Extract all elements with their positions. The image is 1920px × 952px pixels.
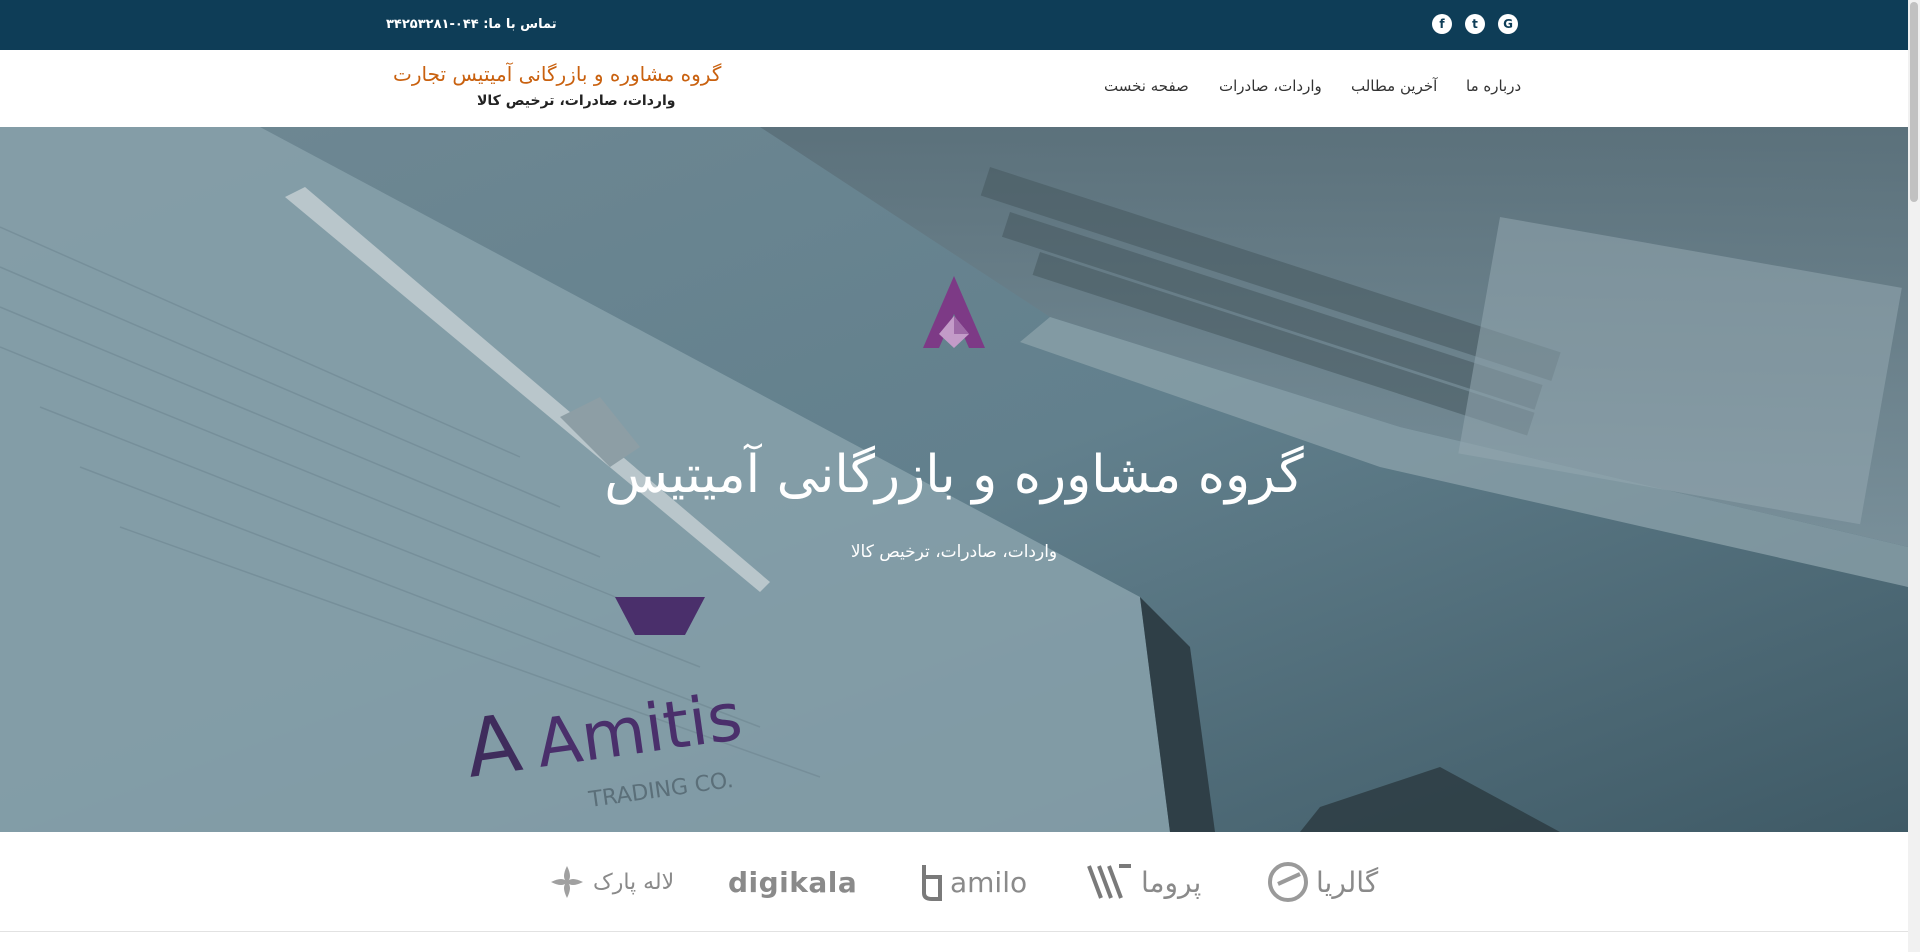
top-bar: تماس با ما: ۰۴۴-۳۴۲۵۳۲۸۱ f t G	[0, 0, 1908, 50]
bamilo-logo-icon	[922, 865, 942, 901]
contact-info: تماس با ما: ۰۴۴-۳۴۲۵۳۲۸۱	[386, 17, 557, 32]
partner-bamilo[interactable]: amilo	[920, 860, 1027, 904]
partner-proma-label: پروما	[1141, 865, 1202, 899]
scrollbar-thumb[interactable]	[1910, 2, 1918, 202]
site-title[interactable]: گروه مشاوره و بازرگانی آمیتیس تجارت	[393, 62, 733, 86]
partner-proma[interactable]: پروما	[1087, 860, 1201, 904]
site-tagline: واردات، صادرات، ترخیص کالا	[477, 93, 676, 109]
partner-digikala[interactable]: digikala	[728, 860, 857, 904]
facebook-icon[interactable]: f	[1432, 14, 1452, 34]
galeria-logo-icon	[1268, 862, 1308, 902]
laleh-park-logo-icon	[551, 866, 583, 898]
partner-galeria-label: گالریا	[1316, 865, 1379, 899]
nav-item-home[interactable]: صفحه نخست	[1104, 77, 1189, 95]
header-navbar: گروه مشاوره و بازرگانی آمیتیس تجارت وارد…	[0, 50, 1908, 127]
nav-item-import-export[interactable]: واردات، صادرات	[1219, 77, 1322, 95]
twitter-icon[interactable]: t	[1465, 14, 1485, 34]
page-scrollbar[interactable]	[1908, 0, 1920, 952]
hero-banner: A Amitis TRADING CO. گروه مشاوره و بازرگ…	[0, 127, 1908, 832]
partner-laleh-park[interactable]: لاله پارک	[547, 860, 674, 904]
partner-laleh-park-label: لاله پارک	[593, 869, 675, 895]
partners-strip: گالریا پروما amilo digikala لاله پارک	[0, 832, 1908, 932]
proma-logo-icon	[1087, 864, 1131, 899]
digikala-logo-icon: digikala	[728, 865, 858, 899]
hero-subtitle: واردات، صادرات، ترخیص کالا	[850, 542, 1058, 562]
partner-bamilo-label: amilo	[950, 865, 1028, 899]
nav-item-latest-posts[interactable]: آخرین مطالب	[1351, 77, 1437, 95]
amitis-logo-icon	[923, 276, 985, 348]
partner-galeria[interactable]: گالریا	[1266, 860, 1378, 904]
google-plus-icon[interactable]: G	[1498, 14, 1518, 34]
section-divider	[0, 931, 1908, 932]
hero-title: گروه مشاوره و بازرگانی آمیتیس	[604, 445, 1304, 505]
nav-item-about[interactable]: درباره ما	[1466, 77, 1521, 95]
